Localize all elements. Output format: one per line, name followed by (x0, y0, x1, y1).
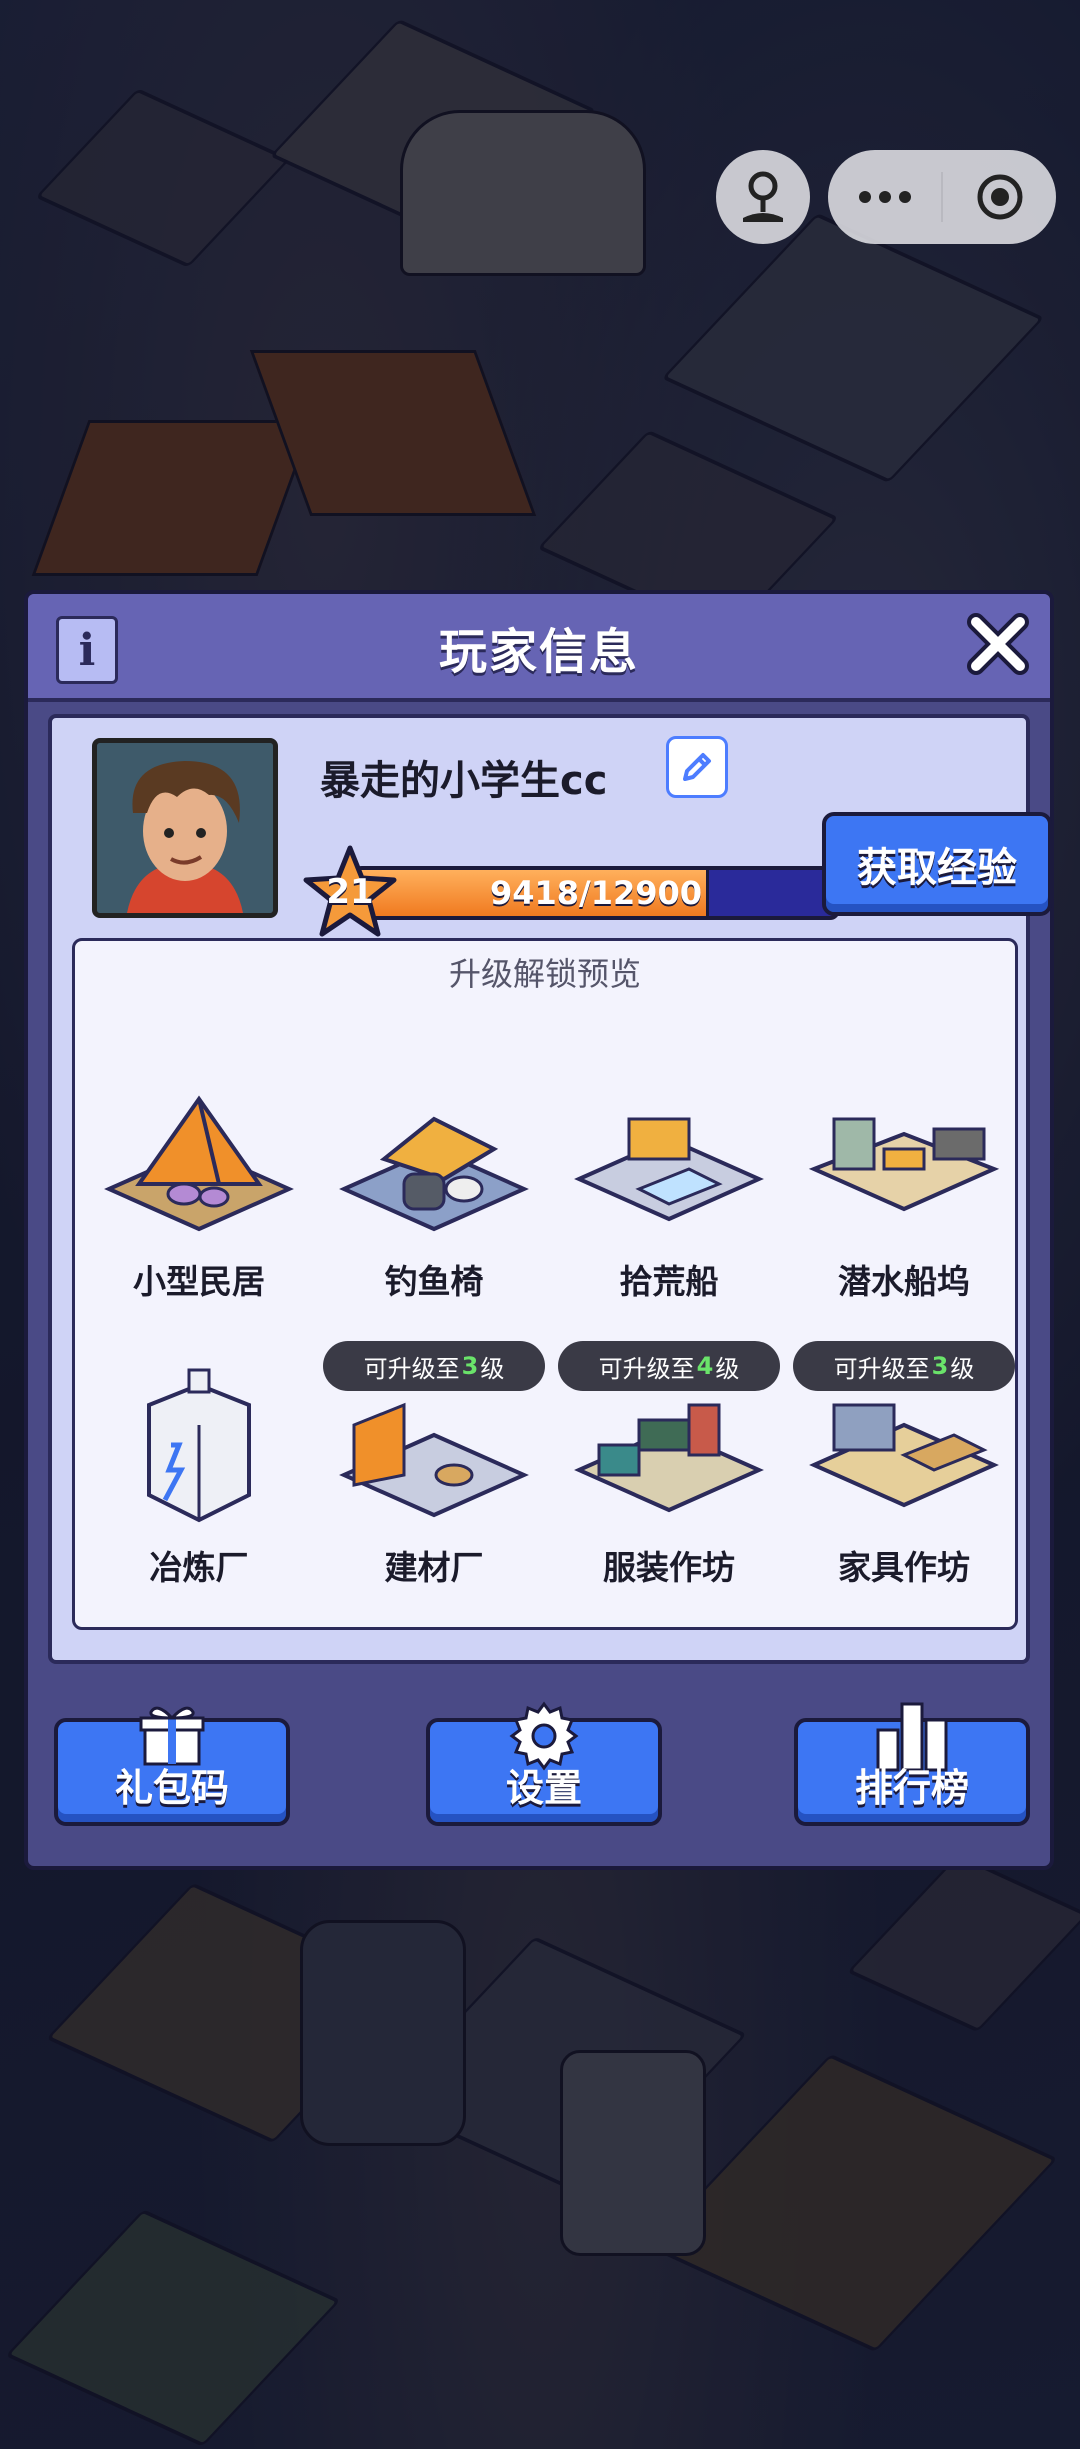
item-label: 钓鱼椅 (384, 1262, 484, 1301)
preview-item-scavenger-boat[interactable]: 拾荒船 (554, 1059, 784, 1329)
player-info-dialog: i 玩家信息 暴走的小学生cc 9418/12900 21 获取经验 升级解锁预… (24, 590, 1054, 1870)
fishing-chair-icon (339, 1116, 529, 1232)
badge-suffix: 级 (715, 1354, 740, 1383)
smelter-icon (147, 1368, 251, 1523)
badge-level: 3 (931, 1352, 949, 1380)
unlock-preview: 升级解锁预览 小型民居 钓鱼椅 拾荒船 潜水船坞 冶炼厂 可升级至 3 级 建材… (72, 938, 1018, 1630)
preview-item-furniture-workshop[interactable]: 可升级至 3 级 家具作坊 (789, 1341, 1019, 1615)
capsule-menu (828, 150, 1056, 244)
badge-prefix: 可升级至 (833, 1354, 930, 1383)
item-label: 潜水船坞 (838, 1262, 970, 1301)
joystick-icon (743, 171, 783, 222)
xp-progress-bar: 9418/12900 (352, 866, 840, 920)
record-circle-icon (977, 174, 1022, 220)
more-button[interactable] (828, 150, 941, 244)
preview-title: 升级解锁预览 (448, 955, 641, 993)
settings-label: 设置 (505, 1766, 582, 1810)
more-dots-icon (858, 191, 911, 203)
item-label: 家具作坊 (838, 1548, 970, 1587)
item-label: 小型民居 (133, 1262, 265, 1301)
preview-item-diving-dock[interactable]: 潜水船坞 (789, 1059, 1019, 1329)
diving-dock-icon (808, 1117, 1000, 1212)
item-label: 建材厂 (384, 1548, 484, 1587)
badge-level: 4 (696, 1352, 714, 1380)
preview-item-small-house[interactable]: 小型民居 (84, 1059, 314, 1329)
close-icon (967, 613, 1029, 675)
preview-item-smelter[interactable]: 冶炼厂 (84, 1345, 314, 1615)
game-controller-button[interactable] (716, 150, 810, 244)
badge-level: 3 (461, 1352, 479, 1380)
close-button[interactable] (962, 608, 1034, 680)
gift-code-label: 礼包码 (114, 1766, 229, 1810)
upgrade-badge: 可升级至 3 级 (793, 1341, 1015, 1391)
scavenger-boat-icon (574, 1117, 764, 1222)
leaderboard-button[interactable]: 排行榜 (794, 1702, 1030, 1826)
player-level: 21 (326, 872, 374, 912)
avatar-portrait-icon (97, 743, 273, 913)
dialog-title: 玩家信息 (438, 624, 639, 680)
badge-suffix: 级 (950, 1354, 975, 1383)
badge-prefix: 可升级至 (363, 1354, 460, 1383)
preview-item-building-materials[interactable]: 可升级至 3 级 建材厂 (319, 1341, 549, 1615)
avatar[interactable] (92, 738, 278, 918)
gift-code-button[interactable]: 礼包码 (54, 1706, 290, 1826)
edit-name-button[interactable] (666, 736, 728, 798)
preview-item-fishing-chair[interactable]: 钓鱼椅 (319, 1059, 549, 1329)
pencil-icon (683, 753, 711, 781)
badge-suffix: 级 (480, 1354, 505, 1383)
get-exp-button[interactable]: 获取经验 (822, 812, 1052, 916)
small-house-icon (104, 1095, 294, 1232)
player-name: 暴走的小学生cc (320, 758, 608, 804)
settings-button[interactable]: 设置 (426, 1701, 662, 1826)
item-label: 冶炼厂 (149, 1548, 249, 1587)
leaderboard-label: 排行榜 (854, 1766, 969, 1810)
item-label: 拾荒船 (619, 1262, 719, 1301)
item-label: 服装作坊 (603, 1548, 735, 1587)
preview-item-clothing-workshop[interactable]: 可升级至 4 级 服装作坊 (554, 1341, 784, 1615)
player-panel: 暴走的小学生cc 9418/12900 21 获取经验 升级解锁预览 小型民居 … (48, 714, 1052, 1664)
dialog-header: i 玩家信息 (28, 594, 1050, 702)
upgrade-badge: 可升级至 4 级 (558, 1341, 780, 1391)
xp-text: 9418/12900 (489, 874, 703, 912)
upgrade-badge: 可升级至 3 级 (323, 1341, 545, 1391)
exit-button[interactable] (943, 150, 1056, 244)
badge-prefix: 可升级至 (598, 1354, 695, 1383)
